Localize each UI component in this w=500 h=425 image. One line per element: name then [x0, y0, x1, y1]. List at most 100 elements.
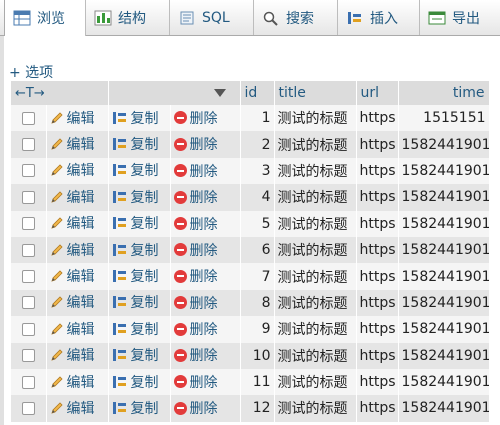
edit-button[interactable]: 编辑 — [50, 319, 95, 339]
copy-label: 复制 — [130, 189, 159, 206]
column-header-url[interactable]: url — [356, 81, 399, 105]
cell-time: 1515151 — [398, 105, 490, 132]
results-table: ←T→ id title url time 编辑 复制 删除 1 测试的标题 h… — [11, 81, 490, 422]
copy-button[interactable]: 复制 — [112, 213, 159, 233]
copy-button[interactable]: 复制 — [112, 160, 159, 180]
copy-cell: 复制 — [108, 131, 171, 158]
delete-button[interactable]: 删除 — [173, 293, 218, 313]
edit-button[interactable]: 编辑 — [50, 213, 95, 233]
column-arrows[interactable]: ←T→ — [15, 86, 45, 101]
edit-button[interactable]: 编辑 — [50, 345, 95, 365]
delete-button[interactable]: 删除 — [173, 372, 218, 392]
cell-url: https — [356, 342, 399, 369]
delete-button[interactable]: 删除 — [173, 108, 218, 128]
delete-button[interactable]: 删除 — [173, 266, 218, 286]
delete-label: 删除 — [189, 322, 218, 339]
edit-button[interactable]: 编辑 — [50, 292, 95, 312]
options-link[interactable]: + 选项 — [9, 62, 53, 82]
tab-browse[interactable]: 浏览 — [4, 0, 86, 36]
copy-button[interactable]: 复制 — [112, 398, 159, 418]
delete-button[interactable]: 删除 — [173, 398, 218, 418]
copy-label: 复制 — [130, 269, 159, 286]
edit-cell: 编辑 — [46, 105, 109, 132]
pencil-icon — [50, 402, 63, 414]
row-checkbox[interactable] — [22, 270, 35, 284]
row-checkbox[interactable] — [22, 375, 35, 389]
edit-button[interactable]: 编辑 — [50, 398, 95, 418]
delete-icon — [173, 296, 187, 310]
edit-button[interactable]: 编辑 — [50, 108, 95, 128]
tab-label: 导出 — [452, 10, 480, 27]
row-checkbox[interactable] — [22, 349, 35, 363]
edit-button[interactable]: 编辑 — [50, 266, 95, 286]
row-checkbox[interactable] — [22, 217, 35, 231]
delete-icon — [173, 164, 187, 178]
column-header-id[interactable]: id — [240, 81, 275, 105]
tab-sql[interactable]: SQL — [170, 0, 254, 35]
row-checkbox[interactable] — [22, 243, 35, 257]
delete-button[interactable]: 删除 — [173, 319, 218, 339]
cell-time: 1582441901 — [398, 289, 490, 317]
tab-search[interactable]: 搜索 — [254, 0, 338, 35]
edit-button[interactable]: 编辑 — [50, 134, 95, 154]
delete-icon — [173, 217, 187, 230]
delete-cell: 删除 — [170, 263, 241, 290]
copy-button[interactable]: 复制 — [112, 187, 159, 207]
edit-button[interactable]: 编辑 — [50, 160, 95, 180]
tab-export[interactable]: 导出 — [420, 0, 500, 35]
copy-button[interactable]: 复制 — [112, 266, 159, 286]
delete-icon — [173, 348, 187, 362]
table-row: 编辑 复制 删除 12 测试的标题 https 1582441901 — [11, 395, 490, 422]
cell-title: 测试的标题 — [274, 236, 357, 264]
copy-button[interactable]: 复制 — [112, 240, 159, 260]
row-checkbox[interactable] — [22, 296, 35, 310]
tab-bar: 浏览 结构 SQL 搜索 插入 导出 — [0, 0, 500, 36]
copy-label: 复制 — [130, 110, 159, 127]
row-checkbox[interactable] — [22, 111, 35, 125]
row-checkbox[interactable] — [22, 164, 35, 178]
dropdown-arrow-icon[interactable] — [213, 89, 226, 97]
table-row: 编辑 复制 删除 6 测试的标题 https 1582441901 — [11, 236, 490, 264]
delete-button[interactable]: 删除 — [173, 187, 218, 207]
column-header-title[interactable]: title — [274, 81, 357, 105]
copy-button[interactable]: 复制 — [112, 372, 159, 392]
copy-button[interactable]: 复制 — [112, 345, 159, 365]
edit-button[interactable]: 编辑 — [50, 187, 95, 207]
edit-cell: 编辑 — [46, 157, 109, 185]
row-checkbox[interactable] — [22, 190, 35, 204]
delete-button[interactable]: 删除 — [173, 214, 218, 234]
copy-icon — [112, 401, 126, 414]
delete-label: 删除 — [189, 216, 218, 233]
cell-title: 测试的标题 — [274, 184, 357, 211]
delete-button[interactable]: 删除 — [173, 161, 218, 181]
edit-button[interactable]: 编辑 — [50, 372, 95, 392]
delete-button[interactable]: 删除 — [173, 345, 218, 365]
column-options-header[interactable] — [108, 81, 241, 105]
copy-button[interactable]: 复制 — [112, 292, 159, 312]
delete-icon — [173, 137, 187, 151]
copy-button[interactable]: 复制 — [112, 134, 159, 154]
tab-structure[interactable]: 结构 — [86, 0, 170, 35]
row-checkbox-cell — [11, 289, 47, 317]
search-icon — [262, 10, 280, 26]
row-checkbox[interactable] — [22, 322, 35, 336]
copy-button[interactable]: 复制 — [112, 319, 159, 339]
column-arrows-header[interactable]: ←T→ — [11, 81, 109, 105]
cell-id: 4 — [240, 184, 275, 211]
tab-insert[interactable]: 插入 — [338, 0, 420, 35]
copy-button[interactable]: 复制 — [112, 108, 159, 128]
edit-label: 编辑 — [66, 269, 95, 286]
edit-label: 编辑 — [66, 295, 95, 312]
edit-button[interactable]: 编辑 — [50, 240, 95, 260]
row-checkbox[interactable] — [22, 401, 35, 415]
copy-label: 复制 — [130, 216, 159, 233]
row-checkbox[interactable] — [22, 138, 35, 152]
cell-time: 1582441901 — [398, 395, 490, 422]
cell-id: 11 — [240, 368, 275, 396]
cell-title: 测试的标题 — [274, 289, 357, 317]
delete-button[interactable]: 删除 — [173, 240, 218, 260]
edit-label: 编辑 — [66, 242, 95, 259]
column-header-time[interactable]: time — [398, 81, 490, 105]
table-row: 编辑 复制 删除 5 测试的标题 https 1582441901 — [11, 210, 490, 237]
delete-button[interactable]: 删除 — [173, 134, 218, 154]
